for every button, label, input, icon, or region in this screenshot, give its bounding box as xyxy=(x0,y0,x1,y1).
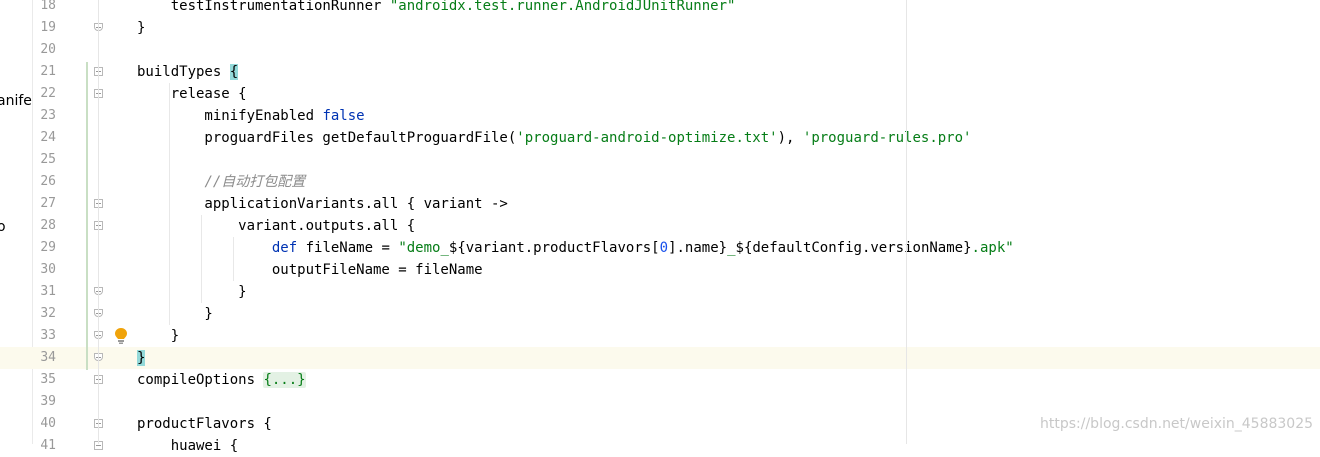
line-number[interactable]: 31 xyxy=(32,281,56,303)
code-line[interactable]: 21 buildTypes { xyxy=(0,61,1320,83)
code-line[interactable]: 23 minifyEnabled false xyxy=(0,105,1320,127)
line-number[interactable]: 24 xyxy=(32,127,56,149)
line-number[interactable]: 32 xyxy=(32,303,56,325)
line-number[interactable]: 25 xyxy=(32,149,56,171)
code-line[interactable]: 25 xyxy=(0,149,1320,171)
code-text[interactable]: } xyxy=(137,281,246,303)
code-text[interactable]: buildTypes { xyxy=(137,61,239,83)
code-line[interactable]: 31 } xyxy=(0,281,1320,303)
code-text[interactable]: applicationVariants.all { variant -> xyxy=(137,193,507,215)
lightbulb-icon[interactable] xyxy=(113,327,129,345)
indent-guide xyxy=(169,83,170,325)
line-number[interactable]: 39 xyxy=(32,391,56,413)
code-line[interactable]: 28 variant.outputs.all { xyxy=(0,215,1320,237)
code-text[interactable]: release { xyxy=(137,83,247,105)
code-text[interactable]: //自动打包配置 xyxy=(137,171,305,193)
line-number[interactable]: 30 xyxy=(32,259,56,281)
line-number[interactable]: 27 xyxy=(32,193,56,215)
line-number[interactable]: 20 xyxy=(32,39,56,61)
line-number[interactable]: 34 xyxy=(32,347,56,369)
code-line[interactable]: 29 def fileName = "demo_${variant.produc… xyxy=(0,237,1320,259)
code-line[interactable]: 26 //自动打包配置 xyxy=(0,171,1320,193)
code-line[interactable]: 22 release { xyxy=(0,83,1320,105)
code-text[interactable]: proguardFiles getDefaultProguardFile('pr… xyxy=(137,127,971,149)
line-number[interactable]: 28 xyxy=(32,215,56,237)
code-text[interactable]: productFlavors { xyxy=(137,413,272,435)
code-text[interactable]: variant.outputs.all { xyxy=(137,215,415,237)
vcs-change-marker[interactable] xyxy=(86,62,88,370)
right-margin-guide xyxy=(906,0,907,444)
code-text[interactable]: } xyxy=(137,325,179,347)
code-text[interactable]: minifyEnabled false xyxy=(137,105,364,127)
code-text[interactable]: } xyxy=(137,17,145,39)
line-number[interactable]: 29 xyxy=(32,237,56,259)
line-number[interactable]: 33 xyxy=(32,325,56,347)
line-number[interactable]: 21 xyxy=(32,61,56,83)
code-text[interactable]: testInstrumentationRunner "androidx.test… xyxy=(137,0,736,17)
code-text[interactable]: def fileName = "demo_${variant.productFl… xyxy=(137,237,1014,259)
code-line[interactable]: 19} xyxy=(0,17,1320,39)
code-line[interactable]: 34} xyxy=(0,347,1320,369)
watermark: https://blog.csdn.net/weixin_45883025 xyxy=(1040,416,1314,432)
code-text[interactable]: huawei { xyxy=(137,435,238,457)
code-line[interactable]: 32 } xyxy=(0,303,1320,325)
code-text[interactable]: compileOptions {...} xyxy=(137,369,306,391)
code-line[interactable]: 24 proguardFiles getDefaultProguardFile(… xyxy=(0,127,1320,149)
code-text[interactable]: } xyxy=(137,347,146,369)
line-number[interactable]: 23 xyxy=(32,105,56,127)
line-number[interactable]: 26 xyxy=(32,171,56,193)
code-text[interactable]: } xyxy=(137,303,212,325)
code-line[interactable]: 18 testInstrumentationRunner "androidx.t… xyxy=(0,0,1320,17)
code-line[interactable]: 27 applicationVariants.all { variant -> xyxy=(0,193,1320,215)
indent-guide xyxy=(233,237,234,281)
code-line[interactable]: 33 } xyxy=(0,325,1320,347)
code-line[interactable]: 39 xyxy=(0,391,1320,413)
line-number[interactable]: 22 xyxy=(32,83,56,105)
code-line[interactable]: 41 huawei { xyxy=(0,435,1320,457)
line-number[interactable]: 19 xyxy=(32,17,56,39)
code-line[interactable]: 30 outputFileName = fileName xyxy=(0,259,1320,281)
line-number[interactable]: 18 xyxy=(32,0,56,17)
indent-guide xyxy=(201,215,202,303)
code-line[interactable]: 20 xyxy=(0,39,1320,61)
line-number[interactable]: 35 xyxy=(32,369,56,391)
line-number[interactable]: 41 xyxy=(32,435,56,457)
line-number[interactable]: 40 xyxy=(32,413,56,435)
code-text[interactable]: outputFileName = fileName xyxy=(137,259,483,281)
gutter-divider xyxy=(98,0,99,444)
code-line[interactable]: 35 compileOptions {...} xyxy=(0,369,1320,391)
